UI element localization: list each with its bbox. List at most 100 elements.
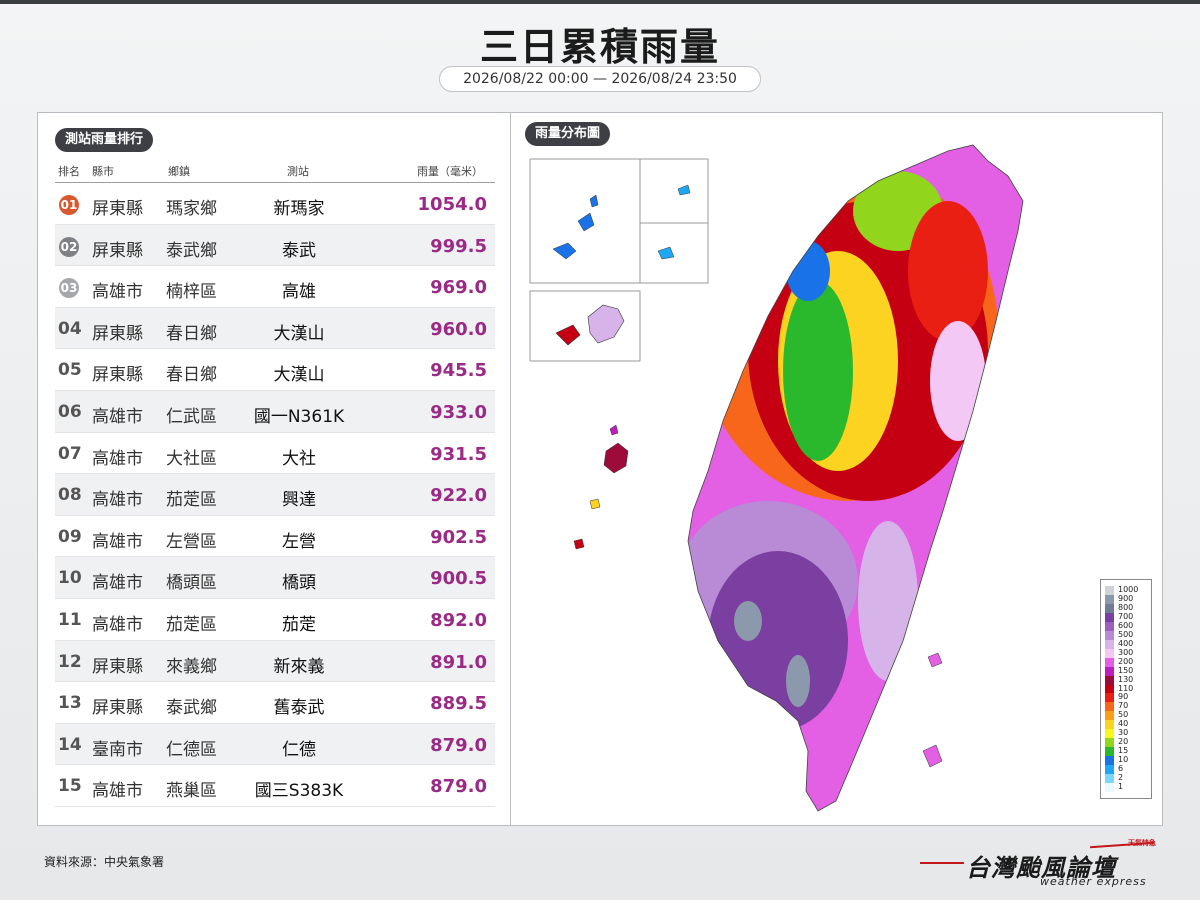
top-bar bbox=[0, 0, 1200, 4]
legend-swatch bbox=[1105, 711, 1114, 721]
town-cell: 橋頭區 bbox=[166, 573, 217, 594]
table-row: 09 高雄市 左營區 左營 902.5 bbox=[55, 516, 495, 558]
col-rain: 雨量（毫米） bbox=[417, 165, 483, 178]
rank-cell: 15 bbox=[58, 776, 82, 797]
station-cell: 新來義 bbox=[273, 656, 325, 677]
table-header: 排名 縣市 鄉鎮 測站 雨量（毫米） bbox=[55, 157, 495, 183]
station-cell: 橋頭 bbox=[282, 573, 316, 594]
legend-swatch bbox=[1105, 630, 1114, 640]
table-row: 01 屏東縣 瑪家鄉 新瑪家 1054.0 bbox=[55, 183, 495, 225]
col-town: 鄉鎮 bbox=[168, 165, 190, 178]
logo-tag: 天氣特急 bbox=[1128, 839, 1156, 847]
table-row: 11 高雄市 茄萣區 茄萣 892.0 bbox=[55, 599, 495, 641]
station-cell: 新瑪家 bbox=[273, 199, 325, 219]
taiwan-rainfall-field bbox=[688, 145, 1023, 811]
rainfall-cell: 960.0 bbox=[430, 318, 487, 340]
county-cell: 高雄市 bbox=[92, 531, 143, 552]
legend-swatch bbox=[1105, 693, 1114, 703]
date-range-badge: 2026/08/22 00:00 — 2026/08/24 23:50 bbox=[439, 66, 761, 92]
orchid-island bbox=[922, 744, 943, 768]
legend-swatch bbox=[1105, 603, 1114, 613]
table-row: 02 屏東縣 泰武鄉 泰武 999.5 bbox=[55, 224, 495, 267]
rainfall-cell: 1054.0 bbox=[417, 194, 487, 215]
rainfall-cell: 900.5 bbox=[430, 568, 487, 590]
station-cell: 大漢山 bbox=[273, 323, 325, 344]
rank-cell: 04 bbox=[58, 318, 82, 339]
station-cell: 國一N361K bbox=[253, 406, 345, 427]
rank-cell: 10 bbox=[58, 568, 82, 589]
rainfall-cell: 933.0 bbox=[430, 401, 487, 423]
ranking-title: 測站雨量排行 bbox=[55, 128, 154, 152]
map-svg bbox=[529, 144, 1024, 812]
rank-badge: 03 bbox=[59, 278, 79, 299]
town-cell: 燕巢區 bbox=[166, 781, 217, 802]
county-cell: 高雄市 bbox=[92, 490, 143, 511]
station-cell: 仁德 bbox=[282, 739, 316, 760]
legend-label: 90 bbox=[1118, 692, 1129, 702]
station-cell: 大社 bbox=[282, 448, 316, 469]
town-cell: 泰武鄉 bbox=[166, 240, 217, 261]
panel-divider bbox=[510, 113, 511, 825]
county-cell: 屏東縣 bbox=[92, 199, 143, 219]
table-row: 06 高雄市 仁武區 國一N361K 933.0 bbox=[55, 390, 495, 433]
col-county: 縣市 bbox=[92, 165, 114, 178]
ranking-table: 排名 縣市 鄉鎮 測站 雨量（毫米） 01 屏東縣 瑪家鄉 新瑪家 1054.0 02 屏東… bbox=[55, 157, 495, 807]
table-row: 14 臺南市 仁德區 仁德 879.0 bbox=[55, 723, 495, 766]
town-cell: 茄萣區 bbox=[166, 614, 217, 635]
town-cell: 仁德區 bbox=[166, 739, 217, 760]
data-source: 資料來源：中央氣象署 bbox=[44, 855, 165, 869]
legend-label: 300 bbox=[1118, 647, 1134, 657]
county-cell: 高雄市 bbox=[92, 448, 143, 469]
town-cell: 泰武鄉 bbox=[166, 698, 217, 719]
county-cell: 屏東縣 bbox=[92, 365, 143, 386]
legend-label: 110 bbox=[1118, 683, 1134, 693]
rank-cell: 13 bbox=[58, 693, 82, 714]
county-cell: 臺南市 bbox=[92, 739, 143, 760]
legend-swatch bbox=[1105, 756, 1114, 766]
legend-label: 500 bbox=[1118, 629, 1134, 639]
legend-swatch bbox=[1105, 639, 1114, 649]
legend-swatch bbox=[1105, 594, 1114, 604]
green-island bbox=[927, 652, 943, 668]
station-cell: 國三S383K bbox=[254, 781, 344, 802]
table-row: 03 高雄市 楠梓區 高雄 969.0 bbox=[55, 266, 495, 308]
legend-label: 900 bbox=[1118, 593, 1134, 603]
rank-cell: 09 bbox=[58, 526, 82, 547]
legend-swatch bbox=[1105, 675, 1114, 685]
inset-dongyin bbox=[639, 158, 709, 224]
legend-swatch bbox=[1105, 612, 1114, 622]
table-row: 05 屏東縣 春日鄉 大漢山 945.5 bbox=[55, 349, 495, 391]
legend-swatch bbox=[1105, 747, 1114, 757]
legend-label: 1000 bbox=[1118, 585, 1139, 594]
rainfall-cell: 892.0 bbox=[430, 609, 487, 631]
legend-swatch bbox=[1105, 621, 1114, 631]
legend-swatch bbox=[1105, 783, 1114, 792]
county-cell: 高雄市 bbox=[92, 406, 143, 427]
town-cell: 左營區 bbox=[166, 531, 217, 552]
table-row: 10 高雄市 橋頭區 橋頭 900.5 bbox=[55, 557, 495, 599]
rank-cell: 02 bbox=[58, 236, 80, 257]
station-cell: 興達 bbox=[282, 490, 316, 511]
rainfall-cell: 879.0 bbox=[430, 734, 487, 756]
rank-cell: 14 bbox=[58, 734, 82, 755]
legend-swatch bbox=[1105, 729, 1114, 739]
legend-label: 20 bbox=[1118, 737, 1129, 747]
rainfall-cell: 999.5 bbox=[430, 235, 487, 257]
logo-accent-line bbox=[920, 862, 964, 864]
town-cell: 大社區 bbox=[166, 448, 217, 469]
legend-label: 1 bbox=[1118, 782, 1124, 792]
col-rank: 排名 bbox=[58, 165, 80, 178]
inset-kinmen bbox=[529, 290, 641, 362]
rainfall-map bbox=[518, 121, 1158, 821]
legend-label: 200 bbox=[1118, 656, 1134, 666]
station-cell: 大漢山 bbox=[273, 365, 325, 386]
legend-label: 50 bbox=[1118, 710, 1129, 720]
legend-label: 700 bbox=[1118, 611, 1134, 621]
col-station: 測站 bbox=[287, 165, 309, 178]
rainfall-legend: 1000 900 800 700 600 500 400 300 200 150 130 110 90 7… bbox=[1100, 579, 1152, 799]
legend-label: 400 bbox=[1118, 638, 1134, 648]
legend-swatch bbox=[1105, 720, 1114, 730]
station-cell: 高雄 bbox=[282, 282, 316, 303]
town-cell: 春日鄉 bbox=[166, 323, 217, 344]
town-cell: 來義鄉 bbox=[166, 656, 217, 677]
